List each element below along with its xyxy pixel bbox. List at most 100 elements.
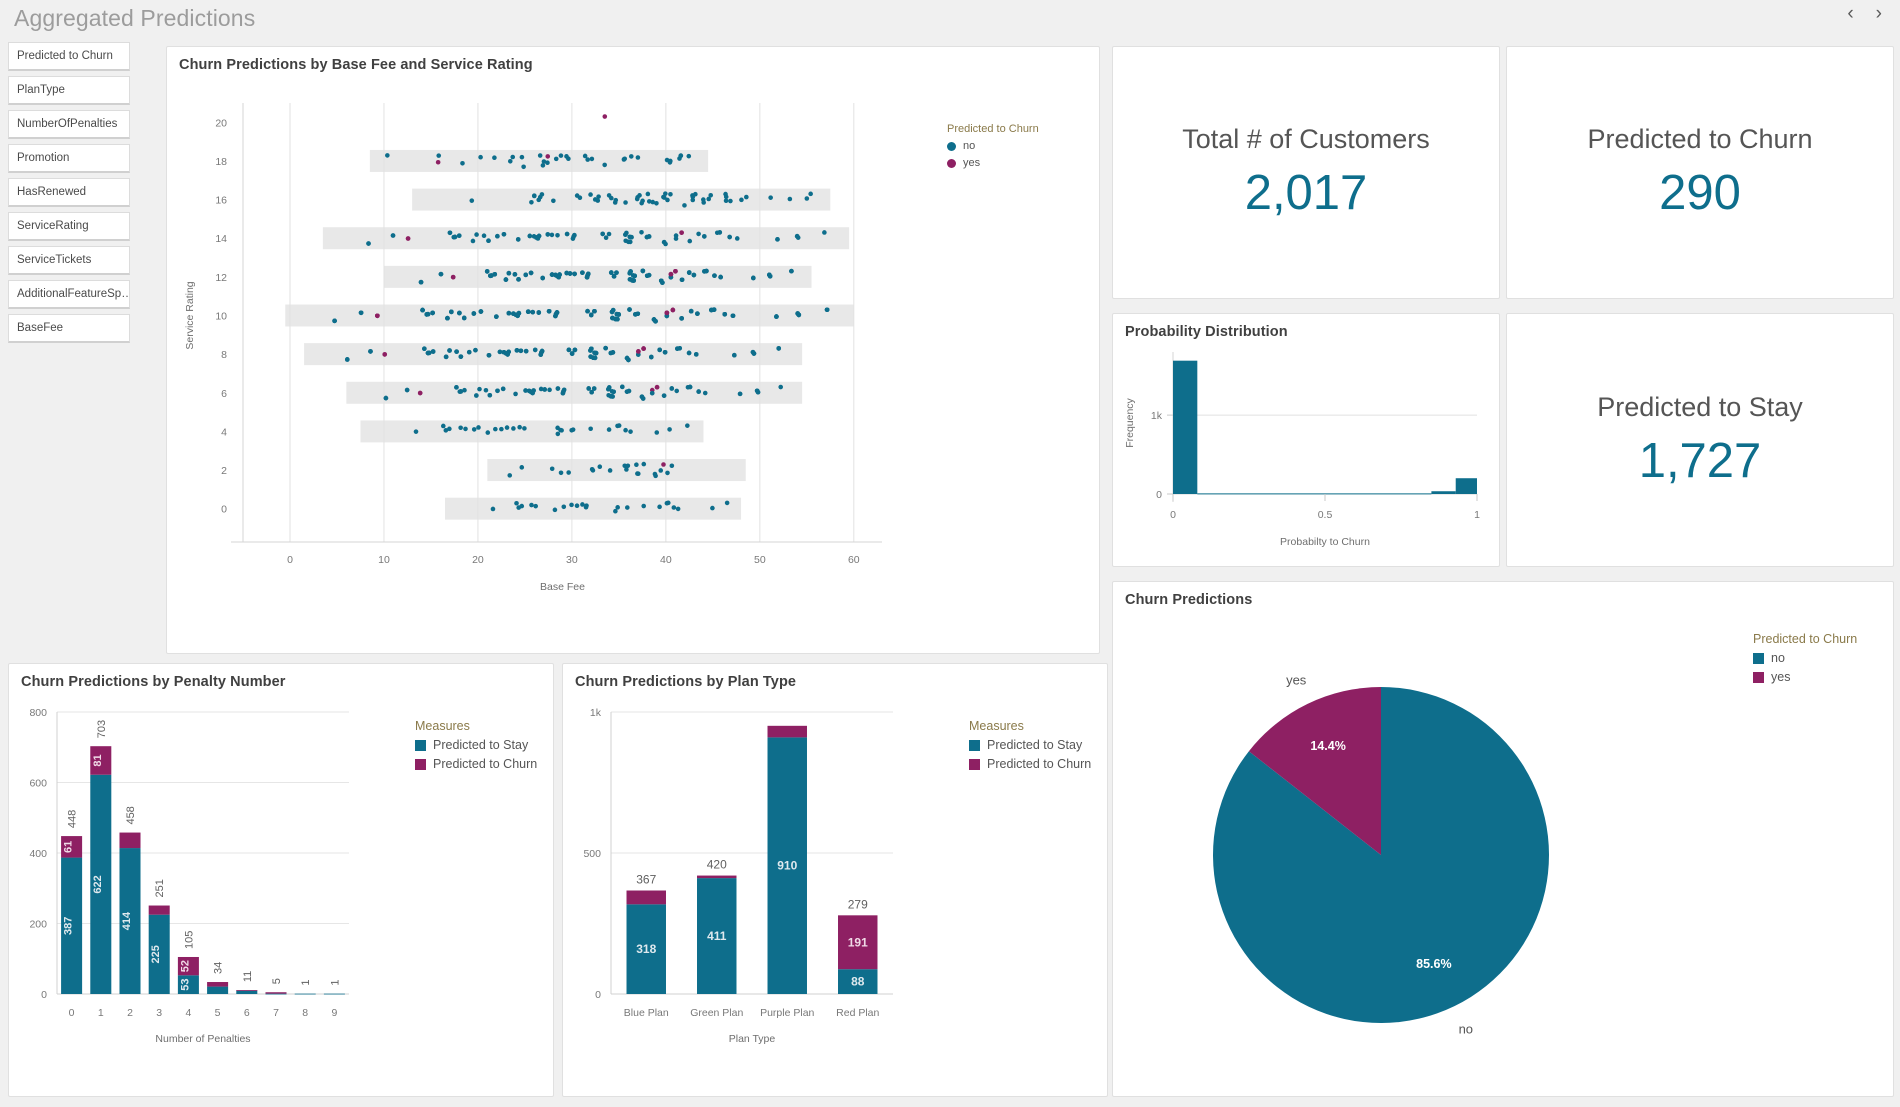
svg-text:85.6%: 85.6% [1416,957,1451,971]
filter-item-hasrenewed[interactable]: HasRenewed [8,178,130,207]
svg-text:10: 10 [378,554,390,566]
probability-distribution-chart[interactable]: 0 1k 0 0.5 1 Probabilty to Churn Frequency [1113,342,1499,564]
svg-text:200: 200 [29,919,47,931]
svg-text:400: 400 [29,848,47,860]
penalty-chart-title: Churn Predictions by Penalty Number [21,674,286,690]
filter-item-servicerating[interactable]: ServiceRating [8,212,130,241]
svg-text:16: 16 [215,195,227,207]
svg-text:703: 703 [96,720,108,738]
svg-text:7: 7 [273,1007,279,1019]
filter-pane: Predicted to Churn PlanType NumberOfPenalt… [8,42,130,348]
svg-text:1: 1 [329,980,341,986]
churn-pie-chart[interactable]: 85.6% no 14.4% yes [1113,612,1893,1092]
scatter-legend: Predicted to Churn no yes [947,123,1039,169]
svg-text:251: 251 [154,879,166,897]
svg-text:1: 1 [300,980,312,986]
pie-legend: Predicted to Churn no yes [1753,632,1857,684]
svg-text:2: 2 [127,1007,133,1019]
legend-label: Predicted to Stay [433,738,529,752]
svg-text:458: 458 [125,806,137,824]
legend-label: yes [1771,670,1791,684]
plan-legend-title: Measures [969,719,1024,733]
legend-item-predicted-to-stay[interactable]: Predicted to Stay [415,738,537,752]
svg-text:yes: yes [1286,673,1307,688]
penalty-legend: Measures Predicted to Stay Predicted to C… [415,719,537,771]
filter-item-promotion[interactable]: Promotion [8,144,130,173]
svg-text:191: 191 [848,935,868,949]
svg-text:12: 12 [215,272,227,284]
svg-text:Purple Plan: Purple Plan [760,1007,814,1019]
svg-text:Red Plan: Red Plan [836,1007,879,1019]
filter-item-servicetickets[interactable]: ServiceTickets [8,246,130,275]
kpi-total-customers-value: 2,017 [1244,166,1368,220]
svg-text:5: 5 [271,978,283,984]
filter-item-predicted-to-churn[interactable]: Predicted to Churn [8,42,130,71]
legend-label: yes [963,157,981,169]
legend-label: Predicted to Churn [987,757,1092,771]
legend-item-predicted-to-stay[interactable]: Predicted to Stay [969,738,1091,752]
svg-text:225: 225 [150,945,162,963]
pie-title: Churn Predictions [1125,592,1253,608]
svg-text:Green Plan: Green Plan [690,1007,743,1019]
svg-text:387: 387 [63,917,75,935]
svg-text:Service Rating: Service Rating [184,281,196,349]
svg-text:14.4%: 14.4% [1310,739,1345,753]
legend-swatch-icon [947,141,956,151]
svg-text:88: 88 [851,975,865,989]
legend-swatch-icon [415,758,426,770]
legend-item-yes[interactable]: yes [947,157,1039,169]
legend-item-predicted-to-churn[interactable]: Predicted to Churn [415,757,537,771]
svg-text:279: 279 [848,897,868,911]
svg-text:20: 20 [215,117,227,129]
filter-item-numberofpenalties[interactable]: NumberOfPenalties [8,110,130,139]
svg-text:61: 61 [63,841,75,853]
legend-swatch-icon [1753,652,1764,664]
scatter-title: Churn Predictions by Base Fee and Servic… [179,57,533,73]
svg-text:367: 367 [636,873,656,887]
svg-text:no: no [1459,1021,1473,1036]
penalty-legend-title: Measures [415,719,470,733]
svg-text:9: 9 [331,1007,337,1019]
plan-legend: Measures Predicted to Stay Predicted to C… [969,719,1091,771]
prev-sheet-icon[interactable]: ‹ [1847,4,1853,23]
kpi-predicted-stay[interactable]: Predicted to Stay 1,727 [1506,313,1894,567]
svg-text:600: 600 [29,778,47,790]
svg-text:2: 2 [221,465,227,477]
svg-text:11: 11 [242,971,254,982]
filter-item-additionalfeaturesp[interactable]: AdditionalFeatureSp… [8,280,130,309]
legend-swatch-icon [1753,671,1764,683]
legend-item-yes[interactable]: yes [1753,670,1857,684]
kpi-total-customers[interactable]: Total # of Customers 2,017 [1112,46,1500,299]
filter-item-label: HasRenewed [17,186,87,198]
legend-label: no [963,140,976,152]
svg-text:50: 50 [754,554,766,566]
svg-text:414: 414 [121,911,133,930]
next-sheet-icon[interactable]: › [1876,4,1882,23]
kpi-predicted-churn[interactable]: Predicted to Churn 290 [1506,46,1894,299]
svg-text:8: 8 [302,1007,308,1019]
legend-swatch-icon [969,739,980,751]
page-title: Aggregated Predictions [14,4,256,31]
top-bar: Aggregated Predictions ‹ › [0,0,1900,36]
svg-text:0: 0 [1156,489,1162,501]
filter-item-basefee[interactable]: BaseFee [8,314,130,343]
svg-text:0: 0 [69,1007,75,1019]
legend-swatch-icon [415,739,426,751]
filter-item-label: BaseFee [17,322,64,334]
kpi-predicted-stay-value: 1,727 [1638,433,1762,488]
legend-item-no[interactable]: no [947,140,1039,152]
legend-item-no[interactable]: no [1753,651,1857,665]
svg-text:10: 10 [215,311,227,323]
svg-text:622: 622 [92,875,104,893]
svg-text:0: 0 [221,504,227,516]
histogram-title: Probability Distribution [1125,324,1288,340]
svg-text:5: 5 [215,1007,221,1019]
svg-text:1: 1 [98,1007,104,1019]
svg-text:Frequency: Frequency [1124,397,1136,447]
filter-item-plantype[interactable]: PlanType [8,76,130,105]
svg-text:0: 0 [287,554,293,566]
svg-text:81: 81 [92,754,104,766]
legend-item-predicted-to-churn[interactable]: Predicted to Churn [969,757,1091,771]
pie-legend-title: Predicted to Churn [1753,632,1858,646]
svg-text:420: 420 [707,858,727,872]
